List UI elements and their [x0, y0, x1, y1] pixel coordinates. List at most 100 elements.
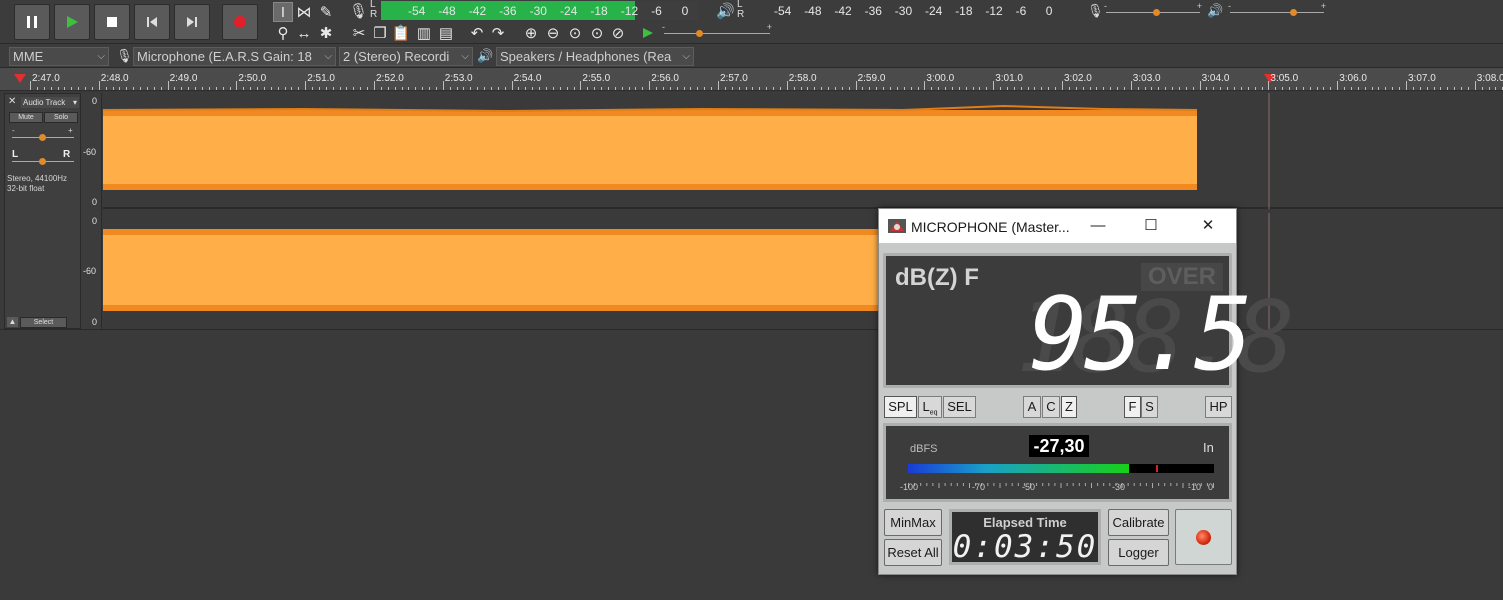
- stop-button[interactable]: [94, 4, 130, 40]
- leq-button[interactable]: Leq: [918, 396, 942, 418]
- zoom-toggle-button[interactable]: ⊘: [608, 23, 628, 43]
- fit-selection-button[interactable]: ⊙: [565, 23, 585, 43]
- playback-meter-tick-label: -24: [925, 4, 943, 18]
- c-weighting-button[interactable]: C: [1042, 396, 1060, 418]
- record-button[interactable]: [222, 4, 258, 40]
- play-button[interactable]: [54, 4, 90, 40]
- collapse-track-button[interactable]: ▲: [7, 317, 18, 327]
- ruler-tick-label: 2:51.0: [307, 73, 335, 84]
- ruler-tick-label: 3:04.0: [1201, 73, 1230, 84]
- minimize-button[interactable]: —: [1088, 216, 1108, 236]
- redo-icon: ↷: [491, 25, 505, 42]
- zoom-out-button[interactable]: ⊖: [543, 23, 563, 43]
- pause-button[interactable]: [14, 4, 50, 40]
- recording-device-value: Microphone (E.A.R.S Gain: 18: [137, 49, 312, 64]
- playback-meter-scale: -54 -48 -42 -36 -30 -24 -18 -12 -6 0: [748, 2, 1070, 20]
- slider-thumb[interactable]: [696, 30, 703, 37]
- ruler-tick-label: 3:07.0: [1408, 73, 1436, 84]
- close-button[interactable]: ✕: [1198, 216, 1218, 236]
- meter-titlebar[interactable]: MICROPHONE (Master... — ☐ ✕: [879, 209, 1236, 243]
- ruler-minor-tick: [635, 87, 637, 90]
- play-region-start-marker[interactable]: [14, 71, 26, 89]
- clipboard-icon: 📋: [391, 25, 411, 42]
- pan-left-label: L: [12, 149, 19, 160]
- chevron-down-icon: ⌵: [97, 51, 105, 62]
- audio-host-select[interactable]: MME ⌵: [9, 47, 109, 66]
- skip-to-end-button[interactable]: [174, 4, 210, 40]
- ruler-minor-tick: [353, 87, 355, 90]
- copy-button[interactable]: ❐: [370, 23, 390, 43]
- silence-button[interactable]: ▤: [436, 23, 456, 43]
- spl-button[interactable]: SPL: [884, 396, 917, 418]
- track-menu-button[interactable]: Audio Track ▾: [21, 97, 79, 108]
- ruler-minor-tick: [594, 87, 596, 90]
- pan-slider-thumb[interactable]: [39, 158, 46, 165]
- redo-button[interactable]: ↷: [488, 23, 508, 43]
- ruler-tick-label: 2:52.0: [376, 73, 404, 84]
- pause-icon: [27, 16, 37, 28]
- playback-volume-slider[interactable]: - +: [1228, 1, 1326, 20]
- waveform-channel-right[interactable]: [103, 213, 1503, 329]
- scale-top-label: 0: [92, 216, 98, 226]
- undo-button[interactable]: ↶: [467, 23, 487, 43]
- ruler-minor-tick: [174, 87, 176, 90]
- playback-device-select[interactable]: Speakers / Headphones (Rea ⌵: [496, 47, 694, 66]
- hp-button[interactable]: HP: [1205, 396, 1232, 418]
- ruler-minor-tick: [146, 87, 148, 90]
- zoom-tool-button[interactable]: ⚲: [273, 23, 293, 43]
- ruler-minor-tick: [1309, 87, 1311, 90]
- maximize-button[interactable]: ☐: [1141, 216, 1161, 236]
- reset-all-button[interactable]: Reset All: [884, 539, 942, 566]
- waveform-channel-left[interactable]: [102, 93, 1503, 209]
- play-at-speed-button[interactable]: [638, 23, 658, 43]
- ruler-tick-label: 2:56.0: [651, 73, 679, 84]
- ruler-tick-label: 2:49.0: [169, 73, 198, 84]
- zoom-in-icon: ⊕: [524, 25, 538, 42]
- recording-channels-select[interactable]: 2 (Stereo) Recordi ⌵: [339, 47, 473, 66]
- ruler-minor-tick: [690, 87, 692, 90]
- speaker-icon[interactable]: 🔊: [716, 2, 735, 20]
- ruler-minor-tick: [401, 87, 403, 90]
- record-level-meter[interactable]: -54 -48 -42 -36 -30 -24 -18 -12 -6 0: [381, 1, 698, 20]
- scissors-icon: ✂: [352, 25, 366, 42]
- timeline-ruler[interactable]: 2:47.0 2:48.0 2:49.0 2:50.0 2:51.0 2:52.0 2:53…: [0, 68, 1503, 91]
- multi-tool-button[interactable]: ✱: [316, 23, 336, 43]
- ruler-minor-tick: [1419, 87, 1421, 90]
- record-indicator-button[interactable]: [1175, 509, 1232, 565]
- slider-thumb[interactable]: [1153, 9, 1160, 16]
- trim-button[interactable]: ▥: [414, 23, 434, 43]
- sel-button[interactable]: SEL: [943, 396, 976, 418]
- draw-tool-button[interactable]: ✎: [316, 2, 336, 22]
- calibrate-button[interactable]: Calibrate: [1108, 509, 1169, 536]
- envelope-tool-button[interactable]: ⋈: [294, 2, 314, 22]
- solo-button[interactable]: Solo: [44, 112, 78, 123]
- gain-slider-thumb[interactable]: [39, 134, 46, 141]
- playback-level-meter[interactable]: -54 -48 -42 -36 -30 -24 -18 -12 -6 0: [748, 1, 1070, 20]
- ruler-minor-tick: [408, 87, 410, 90]
- z-weighting-button[interactable]: Z: [1061, 396, 1077, 418]
- paste-button[interactable]: 📋: [391, 23, 411, 43]
- fit-project-button[interactable]: ⊙: [587, 23, 607, 43]
- ruler-tick-label: 2:55.0: [582, 73, 611, 84]
- select-track-button[interactable]: Select: [20, 317, 67, 328]
- zoom-in-button[interactable]: ⊕: [521, 23, 541, 43]
- mute-button[interactable]: Mute: [9, 112, 43, 123]
- fast-response-button[interactable]: F: [1124, 396, 1141, 418]
- ruler-minor-tick: [931, 87, 933, 90]
- cut-button[interactable]: ✂: [349, 23, 369, 43]
- slow-response-button[interactable]: S: [1141, 396, 1158, 418]
- ruler-minor-tick: [1172, 87, 1174, 90]
- ruler-minor-tick: [539, 87, 541, 90]
- skip-to-start-button[interactable]: [134, 4, 170, 40]
- minmax-button[interactable]: MinMax: [884, 509, 942, 536]
- a-weighting-button[interactable]: A: [1023, 396, 1041, 418]
- play-speed-slider[interactable]: - +: [662, 22, 772, 40]
- recording-device-select[interactable]: Microphone (E.A.R.S Gain: 18 ⌵: [133, 47, 336, 66]
- recording-volume-slider[interactable]: - +: [1104, 1, 1202, 20]
- slider-thumb[interactable]: [1290, 9, 1297, 16]
- time-shift-tool-button[interactable]: ↔: [294, 23, 314, 43]
- logger-button[interactable]: Logger: [1108, 539, 1169, 566]
- selection-tool-button[interactable]: I: [273, 2, 293, 22]
- close-track-icon[interactable]: ✕: [8, 97, 18, 107]
- microphone-icon[interactable]: 🎙: [349, 2, 368, 20]
